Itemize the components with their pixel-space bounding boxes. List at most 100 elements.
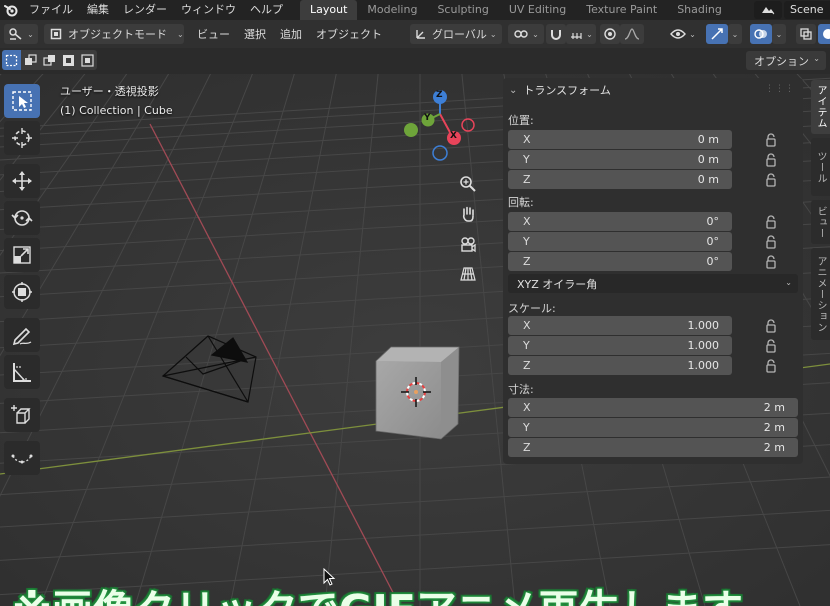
xray-toggle[interactable] xyxy=(796,24,816,44)
zoom-button[interactable] xyxy=(455,171,481,197)
annotate-tool-button[interactable] xyxy=(4,318,40,352)
location-x-field[interactable]: X0 m xyxy=(508,130,732,149)
curve-points-icon xyxy=(11,454,33,464)
ruler-icon xyxy=(13,363,31,382)
scene-selector-icon[interactable] xyxy=(754,1,782,19)
scale-y-field[interactable]: Y 1.000 xyxy=(508,336,732,355)
select-tool-button[interactable] xyxy=(4,84,40,118)
mode-dropdown[interactable]: オブジェクトモード ⌄ xyxy=(44,24,184,44)
transform-icon xyxy=(12,282,32,302)
transform-orientation-dropdown[interactable]: グローバル ⌄ xyxy=(410,24,502,44)
rotation-y-field[interactable]: Y 0° xyxy=(508,232,732,251)
transform-panel-header[interactable]: ⌄ トランスフォーム ⋮⋮⋮ xyxy=(503,78,803,102)
dimensions-y-field[interactable]: Y2 m xyxy=(508,418,798,437)
measure-tool-button[interactable] xyxy=(4,355,40,389)
menu-view[interactable]: ビュー xyxy=(190,26,237,42)
lock-icon[interactable] xyxy=(765,319,777,333)
move-tool-button[interactable] xyxy=(4,164,40,198)
falloff-button[interactable] xyxy=(620,24,644,44)
overlay-toggle[interactable] xyxy=(750,24,772,44)
gizmo-options[interactable]: ⌄ xyxy=(728,24,742,44)
blender-logo-icon[interactable] xyxy=(0,0,22,20)
options-dropdown[interactable]: オプション ⌄ xyxy=(746,51,826,70)
xray-icon xyxy=(800,28,812,40)
tab-animation[interactable]: アニメーション xyxy=(811,248,830,340)
tab-modeling[interactable]: Modeling xyxy=(357,0,427,20)
snap-target-button[interactable]: ⌄ xyxy=(566,24,596,44)
rotation-x-field[interactable]: X 0° xyxy=(508,212,732,231)
location-y-field[interactable]: Y0 m xyxy=(508,150,732,169)
snap-toggle[interactable] xyxy=(546,24,566,44)
extra-tool-button[interactable] xyxy=(4,441,40,475)
rotation-mode-dropdown[interactable]: XYZ オイラー角 ⌄ xyxy=(508,274,798,293)
menu-object[interactable]: オブジェクト xyxy=(309,26,389,42)
tab-item[interactable]: アイテム xyxy=(811,80,830,134)
tab-view[interactable]: ビュー xyxy=(811,200,830,244)
scene-name[interactable]: Scene xyxy=(784,1,830,19)
projection-toggle-button[interactable] xyxy=(455,261,481,287)
lock-icon[interactable] xyxy=(765,133,777,147)
scale-z-field[interactable]: Z 1.000 xyxy=(508,356,732,375)
select-box-icon xyxy=(12,91,32,111)
menu-edit[interactable]: 編集 xyxy=(80,0,116,20)
lock-icon[interactable] xyxy=(765,255,777,269)
dimensions-x-field[interactable]: X2 m xyxy=(508,398,798,417)
link-icon xyxy=(514,30,528,38)
rotation-label: 回転: xyxy=(508,196,534,209)
select-invert-button[interactable] xyxy=(59,50,78,70)
menu-add[interactable]: 追加 xyxy=(273,26,309,42)
editor-type-button[interactable]: ⌄ xyxy=(4,24,38,44)
menu-file[interactable]: ファイル xyxy=(22,0,80,20)
select-new-button[interactable] xyxy=(2,50,21,70)
tab-uv-editing[interactable]: UV Editing xyxy=(499,0,576,20)
camera-view-button[interactable] xyxy=(455,231,481,257)
menu-select[interactable]: 選択 xyxy=(237,26,273,42)
chevron-down-icon: ⌄ xyxy=(27,29,34,39)
object-mode-icon xyxy=(50,28,62,40)
tab-tool[interactable]: ツール xyxy=(811,138,830,196)
pencil-icon xyxy=(12,327,32,346)
chevron-down-icon: ⌄ xyxy=(532,29,539,39)
chevron-down-icon: ⌄ xyxy=(177,29,184,39)
lock-icon[interactable] xyxy=(765,173,777,187)
pivot-point-button[interactable]: ⌄ xyxy=(508,24,544,44)
menu-render[interactable]: レンダー xyxy=(116,0,174,20)
pan-button[interactable] xyxy=(455,201,481,227)
overlay-options[interactable]: ⌄ xyxy=(772,24,786,44)
rotation-z-field[interactable]: Z 0° xyxy=(508,252,732,271)
scale-x-field[interactable]: X 1.000 xyxy=(508,316,732,335)
rotate-tool-button[interactable] xyxy=(4,201,40,235)
scale-tool-button[interactable] xyxy=(4,238,40,272)
tab-shading[interactable]: Shading xyxy=(667,0,732,20)
tab-texture-paint[interactable]: Texture Paint xyxy=(576,0,667,20)
select-intersect-button[interactable] xyxy=(78,50,97,70)
proportional-edit-toggle[interactable] xyxy=(600,24,620,44)
add-cube-tool-button[interactable] xyxy=(4,398,40,432)
cursor-tool-button[interactable] xyxy=(4,121,40,155)
lock-icon[interactable] xyxy=(765,215,777,229)
gif-play-caption: ※画像クリックでGIFアニメ再生します xyxy=(12,576,743,606)
add-cube-icon xyxy=(11,405,31,424)
menu-window[interactable]: ウィンドウ xyxy=(174,0,243,20)
shading-solid-button[interactable] xyxy=(818,24,830,44)
dimensions-z-field[interactable]: Z2 m xyxy=(508,438,798,457)
gizmo-toggle[interactable] xyxy=(706,24,728,44)
lock-icon[interactable] xyxy=(765,235,777,249)
transform-tool-button[interactable] xyxy=(4,275,40,309)
drag-grip-icon[interactable]: ⋮⋮⋮ xyxy=(765,84,795,94)
select-extend-button[interactable] xyxy=(21,50,40,70)
select-subtract-button[interactable] xyxy=(40,50,59,70)
lock-icon[interactable] xyxy=(765,339,777,353)
falloff-curve-icon xyxy=(624,28,640,40)
location-z-field[interactable]: Z0 m xyxy=(508,170,732,189)
gizmo-icon xyxy=(711,28,723,40)
visibility-button[interactable]: ⌄ xyxy=(670,24,696,44)
select-intersect-icon xyxy=(80,53,94,67)
rotate-icon xyxy=(11,210,33,226)
tab-sculpting[interactable]: Sculpting xyxy=(427,0,498,20)
lock-icon[interactable] xyxy=(765,359,777,373)
tab-layout[interactable]: Layout xyxy=(300,0,358,20)
select-extend-icon xyxy=(24,53,37,65)
menu-help[interactable]: ヘルプ xyxy=(243,0,290,20)
lock-icon[interactable] xyxy=(765,153,777,167)
